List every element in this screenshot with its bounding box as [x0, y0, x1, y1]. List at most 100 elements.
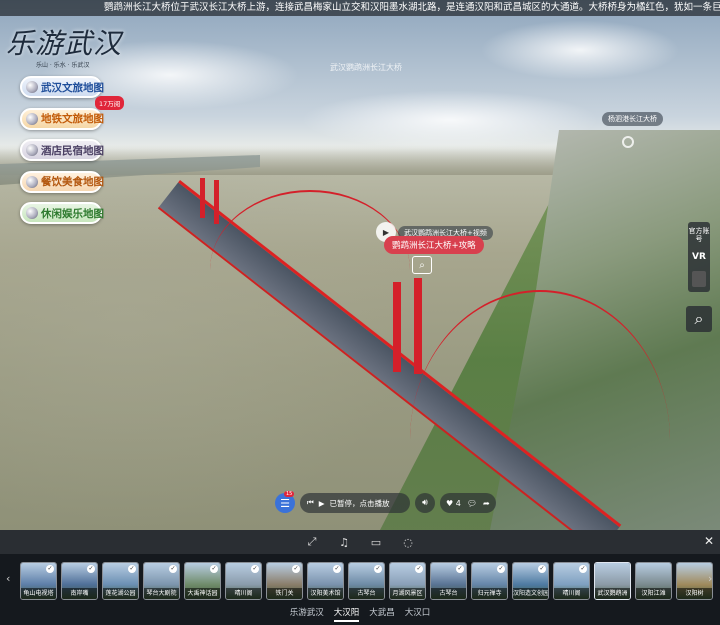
check-icon: ✓ [333, 565, 341, 573]
check-icon: ✓ [415, 565, 423, 573]
scene-thumbnail[interactable]: ✓ 琴台大剧院 [143, 562, 180, 600]
category-tab[interactable]: 大武昌 [369, 606, 395, 622]
hotspot-ring-icon[interactable] [622, 136, 634, 148]
thumbnail-caption: 大禹神话园 [185, 588, 220, 599]
thumbnail-caption: 莲花湖公园 [103, 588, 138, 599]
scene-thumbnail[interactable]: ✓ 晴川阁 [553, 562, 590, 600]
thumbnail-caption: 汉阳美术馆 [308, 588, 343, 599]
scroll-right-icon[interactable]: › [708, 572, 712, 585]
menu-wuhan-culture-map[interactable]: 武汉文旅地图 [20, 76, 104, 98]
scrolling-announcement: 鹦鹉洲长江大桥位于武汉长江大桥上游，连接武昌梅家山立交和汉阳墨水湖北路，是连通汉… [0, 0, 720, 16]
globe-icon [26, 207, 38, 219]
scene-thumbnails: ✓ 龟山电视塔 ✓ 南岸嘴 ✓ 莲花湖公园 ✓ 琴台大剧院 ✓ 大禹神话园 ✓ 晴川阁 ✓ 铁门关 ✓ 汉阳美… [20, 562, 713, 600]
vr-button[interactable]: VR [688, 246, 710, 268]
globe-icon [26, 175, 38, 188]
player-status: 已暂停，点击播放 [329, 498, 390, 508]
check-icon: ✓ [169, 565, 177, 573]
globe-icon [26, 81, 38, 93]
comment-icon[interactable]: 💬︎ [467, 499, 477, 508]
menu-food-map[interactable]: 餐饮美食地图 [20, 170, 104, 193]
check-icon: ✓ [210, 565, 218, 573]
scene-thumbnail[interactable]: ✓ 古琴台 [348, 562, 385, 600]
volume-icon: 🔊︎ [422, 498, 428, 508]
thumbnail-caption: 晴川阁 [554, 588, 589, 599]
close-icon[interactable]: ✕ [704, 534, 714, 548]
views-badge: 17万阅 [95, 96, 125, 110]
music-icon[interactable]: ♫ [337, 535, 351, 549]
category-tab[interactable]: 乐游武汉 [290, 606, 324, 622]
menu-leisure-map[interactable]: 休闲娱乐地图 [20, 202, 104, 224]
globe-icon [26, 112, 38, 125]
category-tab[interactable]: 大汉阳 [333, 606, 360, 622]
heart-icon: ♥ [446, 498, 454, 508]
globe-icon [26, 144, 38, 156]
scene-count-badge: 15 [284, 491, 295, 497]
check-icon: ✓ [579, 565, 587, 573]
share-icon[interactable]: ➦ [483, 499, 490, 508]
scene-thumbnail[interactable]: ✓ 汉阳造文创园 [512, 562, 549, 600]
panorama-viewer[interactable]: 武汉鹦鹉洲长江大桥 杨泗港长江大桥 ▶ 武汉鹦鹉洲长江大桥+视频 鹦鹉洲长江大桥… [0, 0, 720, 530]
category-tabs: 乐游武汉 大汉阳 大武昌 大汉口 [0, 606, 720, 622]
scene-thumbnail[interactable]: ✓ 铁门关 [266, 562, 303, 600]
scene-controls: ☰ 15 ⏮ ▶ 已暂停，点击播放 🔊︎ ♥ 4 💬︎ ➦ [275, 491, 496, 514]
thumbnail-caption: 琴台大剧院 [144, 588, 179, 599]
menu-hotel-map[interactable]: 酒店民宿地图 [20, 139, 104, 161]
bridge-tower [200, 178, 205, 218]
thumbnail-caption: 龟山电视塔 [21, 588, 56, 599]
map-menu: 武汉文旅地图 地铁文旅地图 酒店民宿地图 餐饮美食地图 休闲娱乐地图 [20, 76, 104, 234]
right-toolbar: 官方账号 VR [688, 222, 710, 292]
official-account-button[interactable]: 官方账号 [688, 224, 710, 246]
scene-list-button[interactable]: ☰ 15 [275, 491, 295, 513]
check-icon: ✓ [128, 565, 136, 573]
check-icon: ✓ [456, 565, 464, 573]
avatar[interactable] [688, 268, 710, 290]
scene-thumbnail[interactable]: ✓ 龟山电视塔 [20, 562, 57, 600]
menu-metro-culture-map[interactable]: 地铁文旅地图 [20, 107, 104, 130]
scene-thumbnail[interactable]: ✓ 汉阳美术馆 [307, 562, 344, 600]
scene-panel: ⤢ ♫ ▭ ◌ ✕ ‹ ✓ 龟山电视塔 ✓ 南岸嘴 ✓ 莲花湖公园 ✓ 琴台大剧院 ✓ 大禹神话园… [0, 530, 720, 625]
scene-thumbnail[interactable]: ✓ 南岸嘴 [61, 562, 98, 600]
scene-thumbnail[interactable]: ✓ 月湖风景区 [389, 562, 426, 600]
gyro-icon[interactable]: ◌ [401, 535, 415, 549]
expand-icon[interactable]: ⤢ [305, 535, 319, 549]
prev-icon[interactable]: ⏮ [307, 498, 314, 508]
hotspot-guide[interactable]: 鹦鹉洲长江大桥+攻略 [384, 236, 484, 254]
thumbnail-caption: 南岸嘴 [62, 588, 97, 599]
audio-player[interactable]: ⏮ ▶ 已暂停，点击播放 [300, 493, 410, 513]
thumbnail-caption: 武汉鹦鹉洲 [595, 588, 630, 599]
scene-thumbnail[interactable]: ✓ 古琴台 [430, 562, 467, 600]
check-icon: ✓ [374, 565, 382, 573]
logo: 乐游武汉 乐山 · 乐水 · 乐武汉 [6, 22, 126, 78]
check-icon: ✓ [538, 565, 546, 573]
vr-glasses-icon[interactable]: ▭ [369, 535, 383, 549]
cloud [480, 20, 680, 80]
search-icon: ⌕ [694, 309, 704, 328]
check-icon: ✓ [251, 565, 259, 573]
scene-watermark: 武汉鹦鹉洲长江大桥 [330, 63, 402, 72]
play-icon[interactable]: ▶ [319, 499, 325, 508]
hotspot-search-icon[interactable]: ⌕ [412, 256, 432, 274]
social-actions: ♥ 4 💬︎ ➦ [440, 493, 496, 513]
scroll-left-icon[interactable]: ‹ [6, 572, 10, 585]
scene-thumbnail[interactable]: ✓ 大禹神话园 [184, 562, 221, 600]
category-tab[interactable]: 大汉口 [405, 606, 431, 622]
scene-thumbnail[interactable]: ✓ 莲花湖公园 [102, 562, 139, 600]
thumbnail-caption: 古琴台 [431, 588, 466, 599]
search-button[interactable]: ⌕ [686, 306, 712, 332]
scene-thumbnail[interactable]: 武汉鹦鹉洲 [594, 562, 631, 600]
thumbnail-caption: 归元禅寺 [472, 588, 507, 599]
thumbnail-caption: 古琴台 [349, 588, 384, 599]
thumbnail-caption: 晴川阁 [226, 588, 261, 599]
scene-thumbnail[interactable]: ✓ 晴川阁 [225, 562, 262, 600]
scene-thumbnail[interactable]: ✓ 归元禅寺 [471, 562, 508, 600]
scene-thumbnail[interactable]: 汉阳江滩 [635, 562, 672, 600]
thumbnail-caption: 月湖风景区 [390, 588, 425, 599]
like-button[interactable]: ♥ 4 [446, 499, 461, 508]
logo-title: 乐游武汉 [6, 27, 123, 60]
menu-icon: ☰ [280, 496, 290, 510]
hotspot-yangsigang[interactable]: 杨泗港长江大桥 [602, 112, 663, 126]
thumbnail-caption: 汉阳造文创园 [513, 588, 548, 599]
volume-button[interactable]: 🔊︎ [415, 493, 435, 513]
thumbnail-caption: 汉阳树 [677, 588, 712, 599]
check-icon: ✓ [497, 565, 505, 573]
